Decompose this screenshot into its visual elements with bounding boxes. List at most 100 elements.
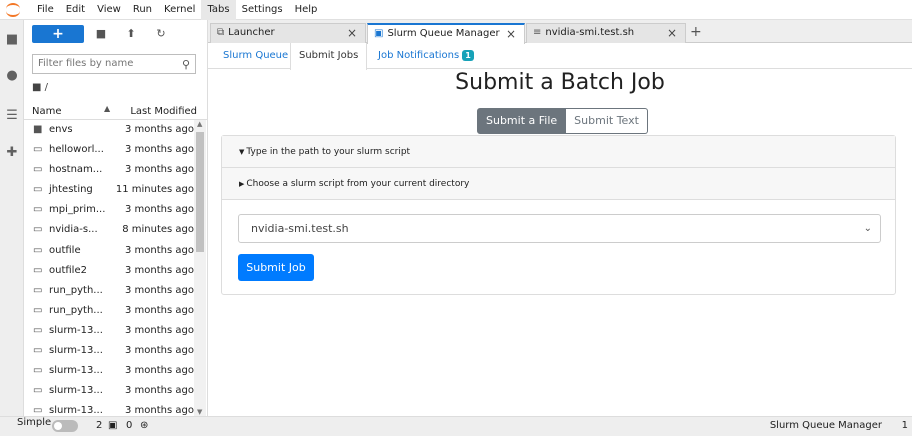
file-name: slurm-13... <box>49 405 103 416</box>
tab-label: nvidia-smi.test.sh <box>545 27 635 38</box>
submit-file-button[interactable]: Submit a File <box>477 108 567 134</box>
scroll-down-icon[interactable]: ▼ <box>197 408 202 416</box>
main-area: ⧉ Launcher × ▣ Slurm Queue Manager × ≡ nvid… <box>208 20 912 416</box>
file-modified: 3 months ago <box>125 264 194 276</box>
script-select[interactable]: nvidia-smi.test.sh ⌄ <box>238 214 881 243</box>
last-modified-column-header[interactable]: Last Modified <box>130 106 197 117</box>
chevron-down-icon: ⌄ <box>863 223 872 234</box>
menu-help[interactable]: Help <box>289 0 324 20</box>
tab-submit-jobs[interactable]: Submit Jobs <box>290 43 368 70</box>
file-row[interactable]: ▭ run_pyth... 3 months ago <box>24 301 194 321</box>
filter-files-input[interactable]: Filter files by name ⚲ <box>32 54 196 74</box>
file-row[interactable]: ▭ hostnam... 3 months ago <box>24 160 194 180</box>
accordion-choose-script[interactable]: ▶ Choose a slurm script from your current… <box>222 168 895 200</box>
terminal-count[interactable]: 2 <box>96 420 102 431</box>
file-modified: 3 months ago <box>125 124 194 135</box>
file-modified: 8 minutes ago <box>122 224 194 236</box>
file-row[interactable]: ▭ slurm-13... 3 months ago <box>24 401 194 416</box>
file-modified: 3 months ago <box>125 365 194 377</box>
file-modified: 3 months ago <box>125 244 194 256</box>
file-name: slurm-13... <box>49 365 103 377</box>
file-row[interactable]: ▭ nvidia-s... 8 minutes ago <box>24 220 194 240</box>
file-modified: 3 months ago <box>125 144 194 156</box>
scrollbar-thumb[interactable] <box>196 132 204 252</box>
launcher-icon: ⧉ <box>217 27 225 38</box>
caret-right-icon: ▶ <box>239 180 245 188</box>
scroll-up-icon[interactable]: ▲ <box>197 120 202 128</box>
upload-icon[interactable]: ⬆ <box>124 27 138 41</box>
status-bar: Simple 2 ▣ 0 ⊛ Slurm Queue Manager 1 <box>0 416 912 436</box>
file-name: jhtesting <box>49 184 93 196</box>
file-modified: 3 months ago <box>125 324 194 336</box>
file-list-scrollbar[interactable]: ▲ ▼ <box>194 120 206 416</box>
menu-run[interactable]: Run <box>127 0 158 20</box>
tab-bar: ⧉ Launcher × ▣ Slurm Queue Manager × ≡ nvid… <box>208 20 912 44</box>
text-file-icon: ≡ <box>533 27 542 38</box>
page-title: Submit a Batch Job <box>455 70 665 95</box>
file-icon: ▭ <box>33 304 43 316</box>
close-icon[interactable]: × <box>506 25 516 43</box>
running-icon[interactable]: ● <box>4 67 20 83</box>
slurm-icon: ▣ <box>374 28 384 39</box>
file-name: slurm-13... <box>49 345 103 357</box>
menu-tabs[interactable]: Tabs <box>201 0 236 20</box>
file-row[interactable]: ▭ slurm-13... 3 months ago <box>24 381 194 401</box>
tab-launcher[interactable]: ⧉ Launcher × <box>210 23 366 43</box>
menu-edit[interactable]: Edit <box>60 0 91 20</box>
file-row[interactable]: ▭ jhtesting 11 minutes ago <box>24 180 194 200</box>
close-icon[interactable]: × <box>347 24 357 42</box>
file-name: mpi_prim... <box>49 204 106 216</box>
menu-settings[interactable]: Settings <box>236 0 289 20</box>
file-row[interactable]: ▭ outfile2 3 months ago <box>24 261 194 281</box>
file-name: slurm-13... <box>49 385 103 397</box>
close-icon[interactable]: × <box>667 24 677 42</box>
file-row[interactable]: ▭ mpi_prim... 3 months ago <box>24 200 194 220</box>
submit-job-button[interactable]: Submit Job <box>238 254 314 281</box>
accordion-type-path-label: Type in the path to your slurm script <box>246 147 411 157</box>
refresh-icon[interactable]: ↻ <box>154 27 168 41</box>
file-modified: 3 months ago <box>125 164 194 176</box>
folder-icon[interactable]: ■ <box>4 31 20 47</box>
menu-kernel[interactable]: Kernel <box>158 0 201 20</box>
file-row[interactable]: ▭ helloworl... 3 months ago <box>24 140 194 160</box>
menu-file[interactable]: File <box>31 0 60 20</box>
file-list-header: Name ▲ Last Modified <box>24 104 208 120</box>
file-modified: 3 months ago <box>125 385 194 397</box>
new-folder-icon[interactable]: ■ <box>94 27 108 41</box>
file-row[interactable]: ▭ slurm-13... 3 months ago <box>24 361 194 381</box>
tab-label: Launcher <box>228 27 275 38</box>
simple-mode-toggle[interactable] <box>52 420 78 432</box>
menu-view[interactable]: View <box>91 0 127 20</box>
tab-nvidia-smi[interactable]: ≡ nvidia-smi.test.sh × <box>526 23 686 43</box>
new-launcher-button[interactable]: + <box>32 25 84 43</box>
tab-slurm-queue-manager[interactable]: ▣ Slurm Queue Manager × <box>367 23 525 44</box>
add-tab-icon[interactable]: + <box>690 24 702 40</box>
search-icon: ⚲ <box>181 58 190 71</box>
tab-slurm-queue[interactable]: Slurm Queue <box>215 43 296 69</box>
submit-mode-toggle: Submit a File Submit Text <box>477 108 648 134</box>
breadcrumb[interactable]: ■ / <box>32 82 48 93</box>
file-name: run_pyth... <box>49 304 103 316</box>
submit-text-button[interactable]: Submit Text <box>566 108 648 134</box>
file-row[interactable]: ▭ run_pyth... 3 months ago <box>24 281 194 301</box>
slurm-subtabs: Slurm Queue Submit Jobs Job Notification… <box>208 43 912 70</box>
status-activity-label: Slurm Queue Manager <box>769 420 882 431</box>
file-row[interactable]: ▭ outfile 3 months ago <box>24 241 194 261</box>
file-row[interactable]: ▭ slurm-13... 3 months ago <box>24 341 194 361</box>
file-name: nvidia-s... <box>49 224 98 236</box>
accordion-type-path[interactable]: ▼ Type in the path to your slurm script <box>222 136 895 168</box>
file-modified: 3 months ago <box>125 204 194 216</box>
file-name: helloworl... <box>49 144 104 156</box>
tab-job-notifications[interactable]: Job Notifications 1 <box>370 43 482 69</box>
kernel-count[interactable]: 0 <box>126 420 132 431</box>
file-browser: + ■ ⬆ ↻ Filter files by name ⚲ ■ / Name … <box>24 20 208 416</box>
command-list-icon[interactable]: ☰ <box>4 107 20 123</box>
file-row[interactable]: ■ envs 3 months ago <box>24 120 194 140</box>
file-name: outfile <box>49 244 81 256</box>
name-column-header[interactable]: Name <box>32 106 62 117</box>
file-icon: ▭ <box>33 385 43 397</box>
activity-bar: ■ ● ☰ ✚ <box>0 20 24 416</box>
file-row[interactable]: ▭ slurm-13... 3 months ago <box>24 321 194 341</box>
file-modified: 3 months ago <box>125 304 194 316</box>
extension-icon[interactable]: ✚ <box>4 144 20 160</box>
